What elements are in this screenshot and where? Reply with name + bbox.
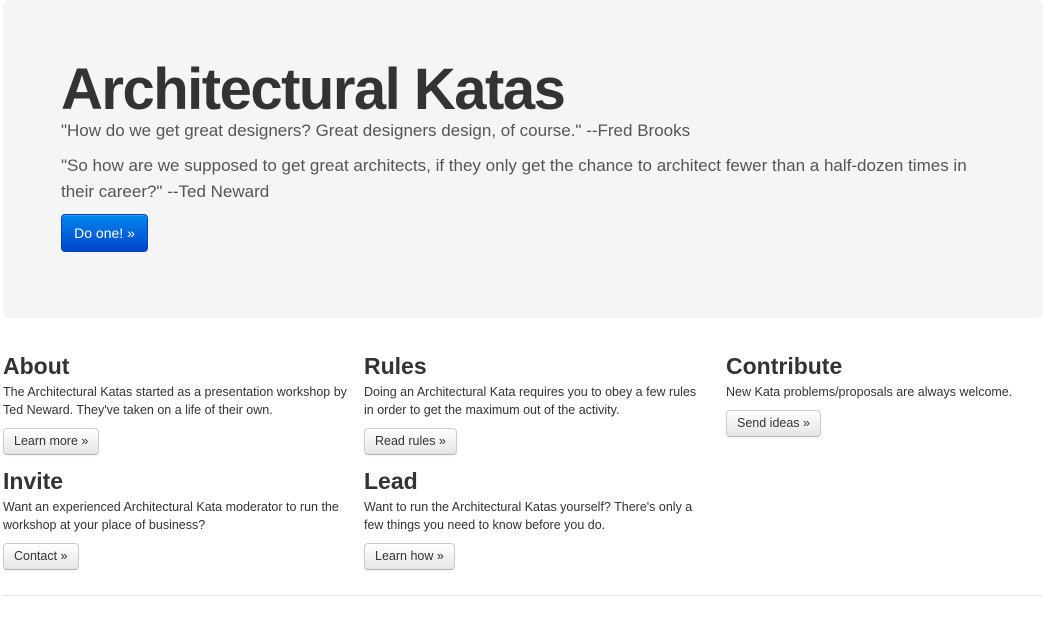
page-title: Architectural Katas [61,57,566,122]
read-rules-button[interactable]: Read rules » [364,428,457,455]
contribute-heading: Contribute [726,353,843,379]
about-section: About The Architectural Katas started as… [3,352,348,419]
rules-text: Doing an Architectural Kata requires you… [364,385,697,417]
rules-section: Rules Doing an Architectural Kata requir… [364,352,709,419]
invite-section: Invite Want an experienced Architectural… [3,467,348,534]
lead-heading: Lead [364,468,418,494]
send-ideas-button[interactable]: Send ideas » [726,410,821,437]
learn-more-button[interactable]: Learn more » [3,428,100,455]
contact-button[interactable]: Contact » [3,543,79,570]
invite-text: Want an experienced Architectural Kata m… [3,500,339,532]
about-heading: About [3,353,70,379]
about-text: The Architectural Katas started as a pre… [3,385,347,417]
lead-section: Lead Want to run the Architectural Katas… [364,467,709,534]
learn-how-button[interactable]: Learn how » [364,543,455,570]
rules-heading: Rules [364,353,427,379]
footer-divider [3,595,1043,596]
lead-text: Want to run the Architectural Katas your… [364,500,693,532]
contribute-section: Contribute New Kata problems/proposals a… [726,352,1036,401]
invite-heading: Invite [3,468,64,494]
contribute-text: New Kata problems/proposals are always w… [726,385,1013,399]
do-one-button[interactable]: Do one! » [61,214,148,252]
fred-brooks-quote: "How do we get great designers? Great de… [61,121,691,140]
hero-unit: Architectural Katas "How do we get great… [3,0,1043,318]
ted-neward-quote: "So how are we supposed to get great arc… [61,156,967,201]
